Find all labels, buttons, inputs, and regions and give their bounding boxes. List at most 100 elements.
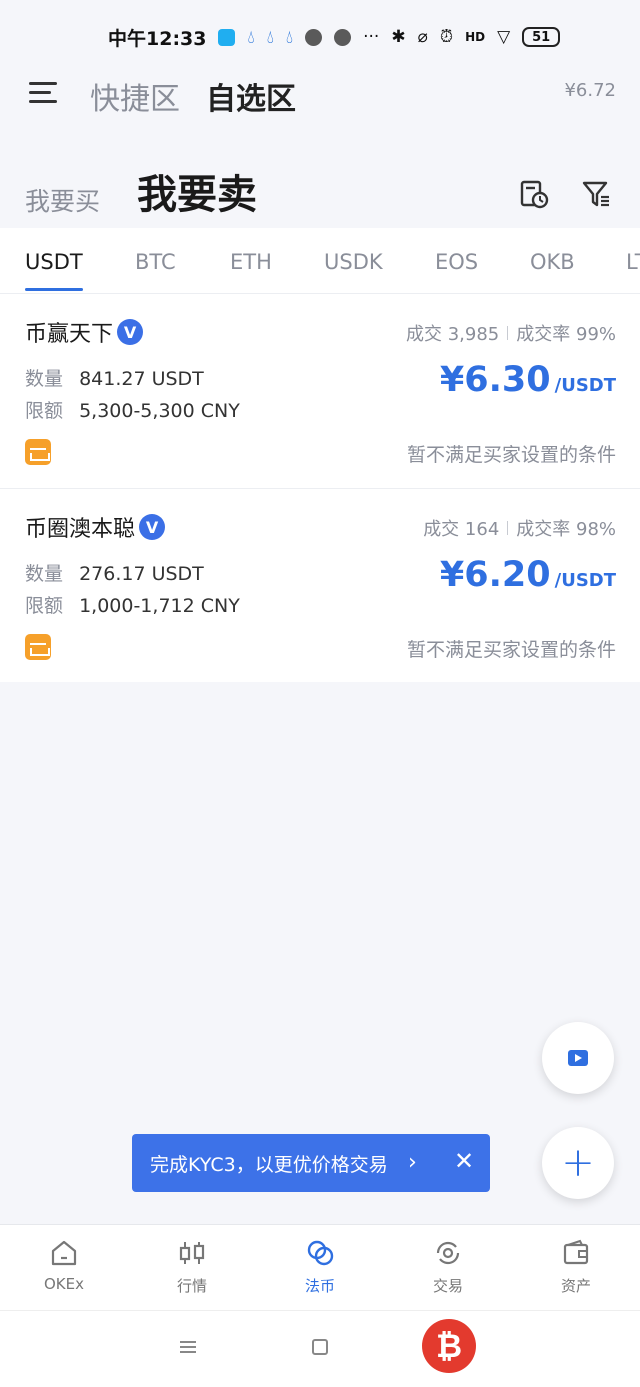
merchant-name[interactable]: 币圈澳本聪 V [25,511,166,543]
wallet-icon [563,1239,589,1265]
completion-rate: 成交率 98% [516,519,616,540]
status-bar: 中午12:33 💧︎ 💧︎ 💧︎ ··· ✱ ⌀ ⏰︎ HD ▽ 51 [0,0,640,74]
condition-notice: 暂不满足买家设置的条件 [406,639,616,661]
mute-icon: ⌀ [417,27,428,47]
condition-notice: 暂不满足买家设置的条件 [406,444,616,466]
recent-apps-icon[interactable] [180,1341,196,1353]
alarm-icon: ⏰︎ [439,27,454,47]
amount-value: 841.27 USDT [79,368,204,390]
add-ad-button[interactable]: + [542,1127,614,1199]
nav-label: 交易 [432,1277,463,1295]
verified-icon: V [117,319,144,345]
ad-card[interactable]: 币圈澳本聪 V 成交 164 成交率 98% 数量 276.17 USDT 限额… [0,488,640,682]
stats-divider [507,326,509,340]
kyc-banner[interactable]: 完成KYC3，以更优价格交易 › ✕ [132,1134,490,1192]
order-history-icon[interactable] [518,178,550,210]
merchant-stats: 成交 164 成交率 98% [423,515,616,541]
nav-item-trade[interactable]: 交易 [384,1225,512,1311]
coin-tab-btc[interactable]: BTC [135,250,176,274]
amount-row: 数量 276.17 USDT [25,559,204,586]
coin-tab-eos[interactable]: EOS [435,250,478,274]
close-icon[interactable]: ✕ [454,1147,474,1175]
verified-icon: V [139,514,166,540]
bank-card-icon [25,634,51,660]
limit-value: 1,000-1,712 CNY [79,595,240,617]
coin-tab-usdk[interactable]: USDK [324,250,383,274]
bank-card-icon [25,439,51,465]
amount-label: 数量 [25,563,64,585]
price-value: ¥6.30 [439,360,551,400]
active-tab-indicator [25,288,83,291]
nav-label: OKEx [44,1275,84,1293]
signal-icon: HD [465,30,486,44]
price: ¥6.30 /USDT [440,360,616,400]
limit-label: 限额 [25,400,64,422]
more-notifications-icon: ··· [363,27,380,47]
nav-item-market[interactable]: 行情 [128,1225,256,1311]
status-time: 中午12:33 [108,27,207,50]
sell-tab[interactable]: 我要卖 [137,162,257,220]
trade-icon [436,1241,460,1265]
price-unit: /USDT [554,570,616,591]
drop-notification-icon: 💧︎ [247,26,255,48]
bluetooth-icon: ✱ [391,27,406,47]
nav-label: 行情 [176,1277,207,1295]
tab-quick-zone[interactable]: 快捷区 [90,74,180,118]
app-notification-icon [218,28,236,46]
system-nav-bar: ₿ [0,1310,640,1387]
amount-label: 数量 [25,368,64,390]
limit-value: 5,300-5,300 CNY [79,400,240,422]
nav-label: 法币 [304,1277,335,1295]
limit-row: 限额 1,000-1,712 CNY [25,591,240,618]
buy-tab[interactable]: 我要买 [25,182,100,218]
merchant-stats: 成交 3,985 成交率 99% [406,320,616,346]
stats-divider [507,521,509,535]
circle-notification-icon [305,28,323,46]
coin-tab-ltc[interactable]: LT [626,250,640,274]
price-unit: /USDT [554,375,616,396]
status-icons: 💧︎ 💧︎ 💧︎ ··· ✱ ⌀ ⏰︎ HD ▽ 51 [218,26,561,48]
completion-rate: 成交率 99% [516,324,616,345]
coin-tabs: USDT BTC ETH USDK EOS OKB LT [0,228,640,294]
menu-icon[interactable] [29,80,57,106]
price-value: ¥6.20 [439,555,551,595]
nav-label: 资产 [560,1277,591,1295]
home-icon [51,1240,77,1266]
bottom-nav: OKEx 行情 法币 交易 资产 [0,1224,640,1310]
nav-item-assets[interactable]: 资产 [512,1225,640,1311]
deal-count: 成交 164 [423,519,500,540]
coin-tab-usdt[interactable]: USDT [25,250,83,274]
deal-count: 成交 3,985 [406,324,500,345]
merchant-name-text: 币赢天下 [25,322,114,347]
kyc-banner-text: 完成KYC3，以更优价格交易 [150,1153,388,1176]
amount-value: 276.17 USDT [79,563,204,585]
drop-notification-icon: 💧︎ [285,26,294,48]
drop-notification-icon: 💧︎ [266,26,274,48]
wifi-icon: ▽ [497,27,511,47]
nav-item-fiat[interactable]: 法币 [256,1225,384,1311]
plus-icon: + [561,1140,595,1186]
limit-label: 限额 [25,595,64,617]
circle-notification-icon [334,28,352,46]
video-tutorial-button[interactable] [542,1022,614,1094]
fiat-icon [307,1240,334,1266]
candlestick-icon [179,1242,205,1264]
limit-row: 限额 5,300-5,300 CNY [25,396,240,423]
tab-custom-zone[interactable]: 自选区 [206,74,296,118]
exchange-rate: ¥6.72 [564,80,616,101]
bitcoin-logo-icon: ₿ [422,1319,476,1373]
home-button-icon[interactable] [312,1339,328,1355]
app-header: 快捷区 自选区 ¥6.72 [0,74,640,130]
amount-row: 数量 841.27 USDT [25,364,204,391]
battery-icon: 51 [522,27,561,47]
merchant-name-text: 币圈澳本聪 [25,517,136,542]
coin-tab-okb[interactable]: OKB [530,250,575,274]
chevron-right-icon[interactable]: › [408,1150,417,1175]
trade-side-switch: 我要买 我要卖 [0,162,640,222]
filter-icon[interactable] [580,178,612,210]
nav-item-okex[interactable]: OKEx [0,1225,128,1311]
coin-tab-eth[interactable]: ETH [230,250,272,274]
ad-card[interactable]: 币赢天下 V 成交 3,985 成交率 99% 数量 841.27 USDT 限… [0,294,640,488]
merchant-name[interactable]: 币赢天下 V [25,316,144,348]
video-icon [568,1050,588,1066]
